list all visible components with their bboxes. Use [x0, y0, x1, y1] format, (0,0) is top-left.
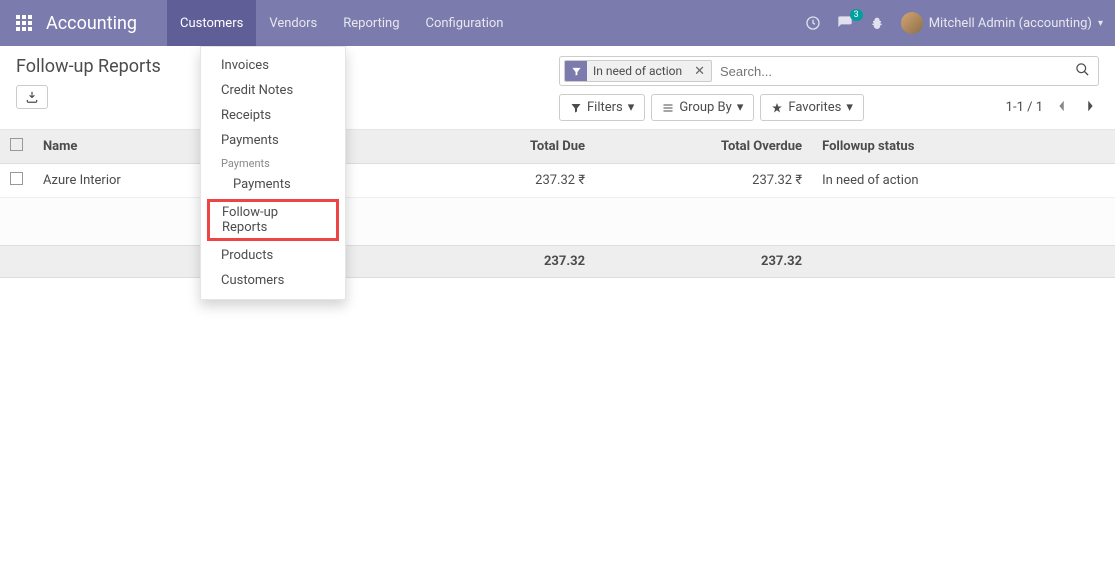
- pager-prev[interactable]: [1053, 95, 1071, 121]
- dd-customers[interactable]: Customers: [201, 268, 345, 293]
- app-brand[interactable]: Accounting: [46, 13, 167, 34]
- cell-status: In need of action: [812, 164, 1115, 198]
- funnel-icon: [570, 102, 582, 114]
- favorites-button[interactable]: Favorites ▾: [760, 94, 864, 121]
- pager: 1-1 / 1: [1006, 95, 1099, 121]
- page-title: Follow-up Reports: [16, 56, 161, 77]
- nav-configuration[interactable]: Configuration: [413, 0, 517, 46]
- messages-icon[interactable]: 3: [837, 15, 853, 31]
- caret-down-icon: ▾: [737, 100, 744, 115]
- star-icon: [771, 102, 783, 114]
- cell-overdue: 237.32 ₹: [595, 164, 812, 198]
- col-total-due[interactable]: Total Due: [443, 130, 595, 164]
- user-menu[interactable]: Mitchell Admin (accounting) ▾: [901, 12, 1103, 34]
- dd-invoices[interactable]: Invoices: [201, 53, 345, 78]
- avatar: [901, 12, 923, 34]
- dd-credit-notes[interactable]: Credit Notes: [201, 78, 345, 103]
- search-icon[interactable]: [1067, 62, 1098, 81]
- spacer-row: [0, 198, 1115, 222]
- caret-down-icon: ▾: [628, 100, 635, 115]
- facet-remove[interactable]: ✕: [688, 64, 711, 79]
- total-overdue: 237.32: [595, 246, 812, 278]
- checkbox-icon: [10, 172, 23, 185]
- main-navbar: Accounting Customers Vendors Reporting C…: [0, 0, 1115, 46]
- totals-row: 237.32 237.32: [0, 246, 1115, 278]
- nav-customers[interactable]: Customers: [167, 0, 256, 46]
- download-icon: [25, 90, 39, 104]
- pager-text: 1-1 / 1: [1006, 100, 1043, 115]
- dd-receipts[interactable]: Receipts: [201, 103, 345, 128]
- filter-icon: [565, 60, 587, 82]
- dd-products[interactable]: Products: [201, 243, 345, 268]
- dd-payments-sub[interactable]: Payments: [201, 172, 345, 197]
- cell-due: 237.32 ₹: [443, 164, 595, 198]
- search-bar: In need of action ✕: [559, 56, 1099, 86]
- caret-down-icon: ▾: [1098, 18, 1103, 29]
- control-panel: Follow-up Reports In need of action ✕: [0, 46, 1115, 130]
- table-row[interactable]: Azure Interior 237.32 ₹ 237.32 ₹ In need…: [0, 164, 1115, 198]
- nav-menu: Customers Vendors Reporting Configuratio…: [167, 0, 516, 46]
- total-due: 237.32: [443, 246, 595, 278]
- apps-icon[interactable]: [12, 11, 36, 35]
- download-button[interactable]: [16, 85, 48, 109]
- user-name: Mitchell Admin (accounting): [929, 16, 1092, 31]
- toolbar: Filters ▾ Group By ▾ Favorites ▾ 1-1 / 1: [559, 94, 1099, 121]
- facet-label: In need of action: [587, 64, 688, 78]
- filters-button[interactable]: Filters ▾: [559, 94, 645, 121]
- clock-icon[interactable]: [805, 15, 821, 31]
- list-view: Name Total Due Total Overdue Followup st…: [0, 130, 1115, 278]
- dd-payments-top[interactable]: Payments: [201, 128, 345, 153]
- bug-icon[interactable]: [869, 15, 885, 31]
- customers-dropdown: Invoices Credit Notes Receipts Payments …: [200, 46, 346, 300]
- caret-down-icon: ▾: [846, 100, 853, 115]
- nav-right: 3 Mitchell Admin (accounting) ▾: [805, 0, 1115, 46]
- dd-followup-reports[interactable]: Follow-up Reports: [207, 199, 339, 241]
- messages-badge: 3: [850, 9, 863, 21]
- dd-payments-header: Payments: [201, 153, 345, 172]
- list-icon: [662, 102, 674, 114]
- groupby-button[interactable]: Group By ▾: [651, 94, 754, 121]
- col-followup-status[interactable]: Followup status: [812, 130, 1115, 164]
- search-facet: In need of action ✕: [564, 60, 712, 82]
- table-header-row: Name Total Due Total Overdue Followup st…: [0, 130, 1115, 164]
- row-select[interactable]: [0, 164, 33, 198]
- search-input[interactable]: [712, 64, 1067, 79]
- select-all-cell[interactable]: [0, 130, 33, 164]
- nav-vendors[interactable]: Vendors: [256, 0, 330, 46]
- checkbox-icon: [10, 138, 23, 151]
- spacer-row: [0, 222, 1115, 246]
- nav-reporting[interactable]: Reporting: [330, 0, 412, 46]
- pager-next[interactable]: [1081, 95, 1099, 121]
- col-total-overdue[interactable]: Total Overdue: [595, 130, 812, 164]
